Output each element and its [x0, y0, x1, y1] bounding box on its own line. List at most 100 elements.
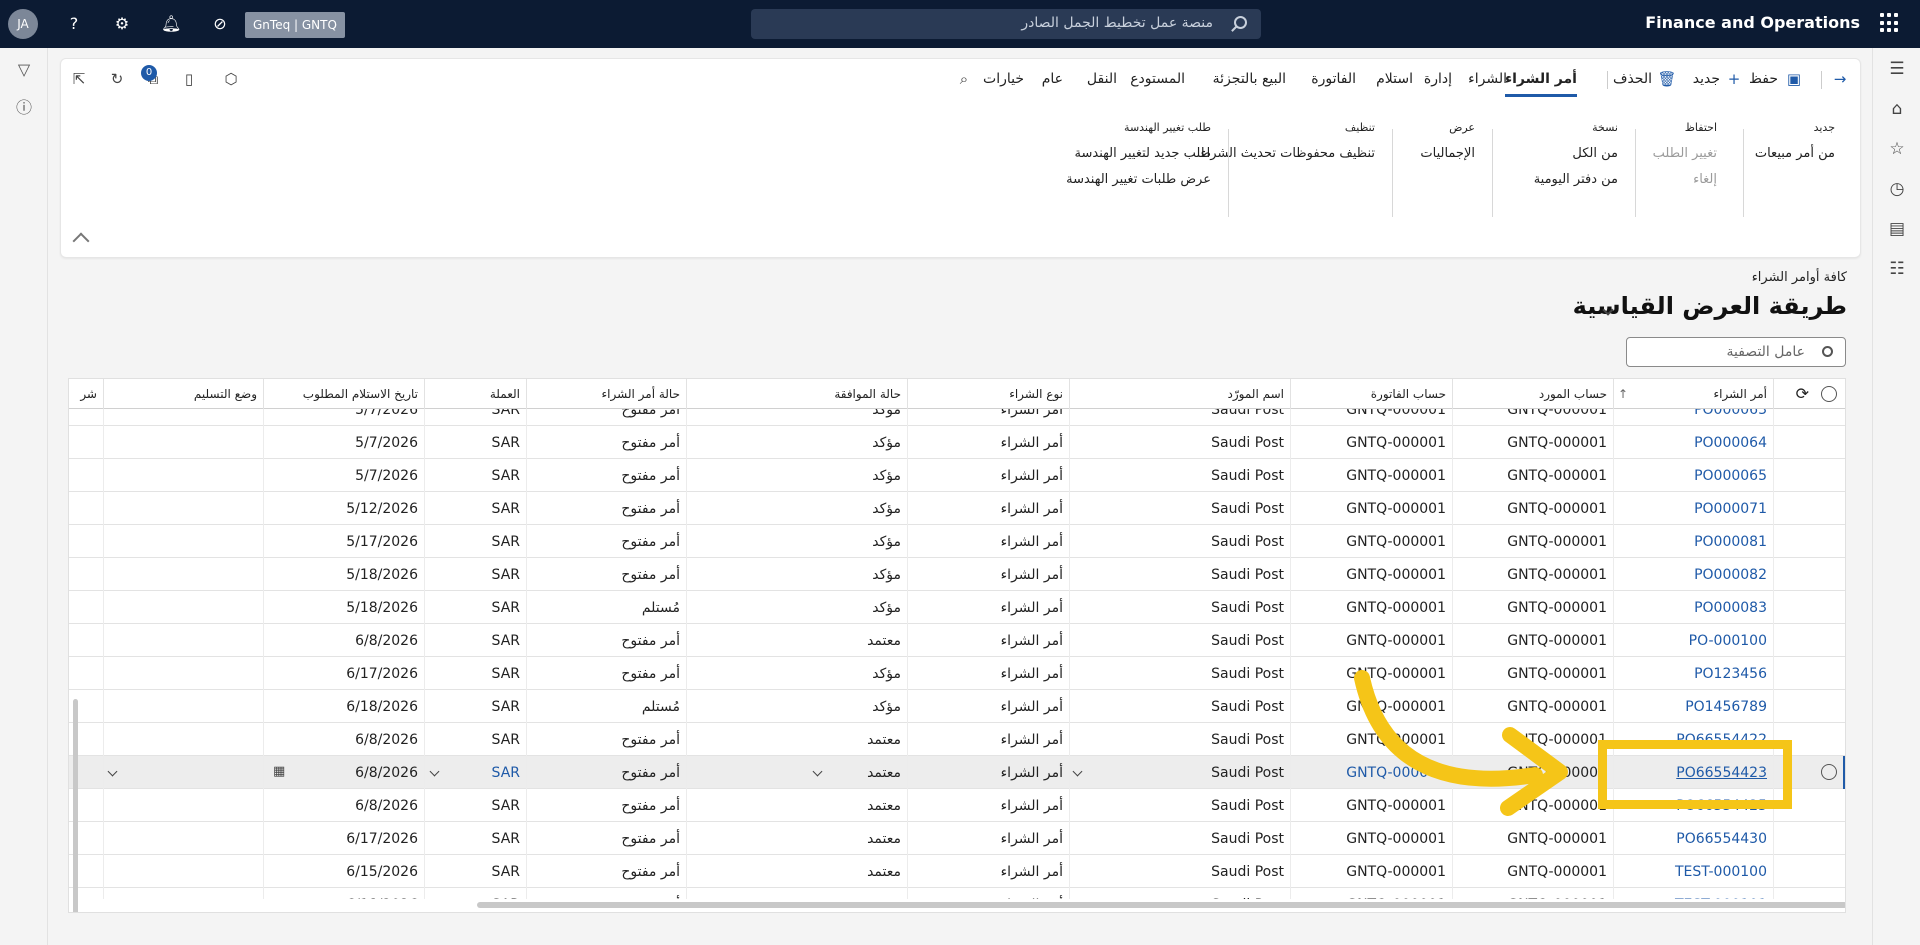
notifications-icon[interactable]: 🔔︎ [161, 14, 181, 34]
from-sales-order-button[interactable]: من أمر مبيعات [1755, 146, 1835, 161]
table-row[interactable]: PO66554425 GNTQ-000001 GNTQ-000001 Saudi Po… [69, 789, 1845, 822]
refresh-icon[interactable]: ⟳ [1775, 379, 1815, 409]
column-header-invoice-account[interactable]: حساب الفاتورة [1291, 379, 1453, 409]
select-all-checkbox[interactable] [1821, 386, 1837, 402]
back-arrow-icon[interactable]: → [1830, 69, 1850, 89]
tab-warehouse[interactable]: المستودع [1130, 71, 1185, 87]
cell-po[interactable]: PO000065 [1614, 459, 1774, 492]
tab-general[interactable]: عام [1042, 71, 1063, 87]
tab-receive[interactable]: استلام [1376, 71, 1413, 87]
app-title[interactable]: Finance and Operations [1645, 13, 1860, 32]
save-button[interactable]: حفظ [1749, 71, 1778, 87]
table-row[interactable]: TEST-000100 GNTQ-000001 GNTQ-000001 Saudi P… [69, 855, 1845, 888]
column-header-more[interactable]: شر [69, 379, 104, 409]
cleanup-history-button[interactable]: تنظيف محفوظات تحديث الشراء [1201, 146, 1375, 161]
favorites-icon[interactable]: ☆ [1886, 138, 1908, 160]
copy-from-journal-button[interactable]: من دفتر اليومية [1534, 172, 1618, 187]
cancel-button[interactable]: إلغاء [1653, 172, 1717, 187]
table-row[interactable]: PO-000100 GNTQ-000001 GNTQ-000001 Saudi Pos… [69, 624, 1845, 657]
totals-button[interactable]: الإجماليات [1420, 146, 1475, 161]
collapse-ribbon-chevron-icon[interactable] [72, 232, 90, 250]
column-header-currency[interactable]: العملة [425, 379, 527, 409]
home-icon[interactable]: ⌂ [1886, 98, 1908, 120]
cell-purchase-type: أمر الشراء [908, 624, 1070, 657]
search-icon[interactable]: ⌕ [954, 69, 974, 89]
tab-manage[interactable]: إدارة [1424, 71, 1452, 87]
cell-po[interactable]: PO123456 [1614, 657, 1774, 690]
table-row[interactable]: PO66554423 GNTQ-000001 GNTQ-000001 Saudi Po… [69, 756, 1845, 789]
column-header-po-status[interactable]: حالة أمر الشراء [527, 379, 687, 409]
table-row[interactable]: PO000081 GNTQ-000001 GNTQ-000001 Saudi Post… [69, 525, 1845, 558]
cell-po[interactable]: PO000083 [1614, 591, 1774, 624]
tab-retail[interactable]: البيع بالتجزئة [1213, 71, 1286, 87]
delete-button[interactable]: الحذف [1613, 71, 1652, 87]
personalize-icon[interactable]: ⬡ [221, 69, 241, 89]
column-header-vendor-name[interactable]: اسم المورّد [1070, 379, 1291, 409]
new-engineering-change-button[interactable]: طلب جديد لتغيير الهندسة [1066, 146, 1211, 161]
hamburger-icon[interactable]: ☰ [1886, 58, 1908, 80]
new-button[interactable]: جديد [1693, 71, 1720, 87]
calendar-icon[interactable]: ▦ [273, 764, 285, 779]
refresh-icon[interactable]: ↻ [107, 69, 127, 89]
tab-purchase-order[interactable]: أمر الشراء [1504, 71, 1578, 97]
column-header-po[interactable]: أمر الشراء [1614, 379, 1774, 409]
cell-po[interactable]: TEST-000100 [1614, 855, 1774, 888]
column-header-approval-status[interactable]: حالة الموافقة [687, 379, 908, 409]
filter-icon[interactable]: ▽ [14, 60, 34, 80]
add-icon[interactable]: + [1724, 69, 1744, 89]
cell-po[interactable]: PO000081 [1614, 525, 1774, 558]
open-new-window-icon[interactable]: ⇱ [69, 69, 89, 89]
table-row[interactable]: PO66554422 GNTQ-000001 GNTQ-000001 Saudi Po… [69, 723, 1845, 756]
copy-from-all-button[interactable]: من الكل [1534, 146, 1618, 161]
cell-po[interactable]: PO-000100 [1614, 624, 1774, 657]
save-icon[interactable]: ▣ [1784, 69, 1804, 89]
page-title[interactable]: طريقة العرض القياسية [1573, 292, 1847, 320]
global-search-input[interactable]: منصة عمل تخطيط الجمل الصادر [751, 9, 1261, 39]
delete-icon[interactable]: 🗑︎ [1657, 69, 1677, 89]
view-engineering-changes-button[interactable]: عرض طلبات تغيير الهندسة [1066, 172, 1211, 187]
cell-po[interactable]: PO000063 [1614, 409, 1774, 426]
table-row[interactable]: PO000082 GNTQ-000001 GNTQ-000001 Saudi Post… [69, 558, 1845, 591]
settings-icon[interactable]: ⚙ [112, 14, 132, 34]
app-launcher-icon[interactable] [1880, 13, 1900, 33]
cell-po[interactable]: PO000064 [1614, 426, 1774, 459]
column-header-requested-receipt-date[interactable]: تاريخ الاستلام المطلوب [264, 379, 425, 409]
help-icon[interactable]: ? [64, 14, 84, 34]
workspaces-icon[interactable]: ▤ [1886, 218, 1908, 240]
table-row[interactable]: PO1456789 GNTQ-000001 GNTQ-000001 Saudi Pos… [69, 690, 1845, 723]
recent-icon[interactable]: ◷ [1886, 178, 1908, 200]
modules-icon[interactable]: ☷ [1886, 258, 1908, 280]
company-picker[interactable]: GnTeq | GNTQ [245, 12, 345, 38]
change-request-button[interactable]: تغيير الطلب [1653, 146, 1717, 161]
office-icon[interactable]: ▯ [179, 69, 199, 89]
tab-transportation[interactable]: النقل [1087, 71, 1117, 87]
sort-ascending-icon[interactable]: ↑ [1614, 379, 1634, 409]
cell-invoice-account: GNTQ-000001 [1291, 558, 1453, 591]
filter-input[interactable]: عامل التصفية [1626, 337, 1846, 367]
table-row[interactable]: PO000071 GNTQ-000001 GNTQ-000001 Saudi Post… [69, 492, 1845, 525]
table-row[interactable]: PO000063 GNTQ-000001 GNTQ-000001 Saudi Post… [69, 409, 1845, 426]
table-row[interactable]: PO66554430 GNTQ-000001 GNTQ-000001 Saudi Po… [69, 822, 1845, 855]
table-row[interactable]: PO000065 GNTQ-000001 GNTQ-000001 Saudi Post… [69, 459, 1845, 492]
column-header-purchase-type[interactable]: نوع الشراء [908, 379, 1070, 409]
cell-po[interactable]: PO000071 [1614, 492, 1774, 525]
row-select-radio[interactable] [1821, 764, 1837, 780]
cell-po[interactable]: PO000082 [1614, 558, 1774, 591]
info-icon[interactable]: ⓘ [14, 98, 34, 118]
vertical-scrollbar[interactable] [73, 699, 78, 912]
cell-po[interactable]: PO66554430 [1614, 822, 1774, 855]
table-row[interactable]: TEST-000101GNTQ-000001GNTQ-000001Saudi P… [69, 888, 1845, 899]
tab-invoice[interactable]: الفاتورة [1311, 71, 1356, 87]
column-header-vendor-account[interactable]: حساب المورد [1453, 379, 1614, 409]
table-row[interactable]: PO000083 GNTQ-000001 GNTQ-000001 Saudi Post… [69, 591, 1845, 624]
horizontal-scrollbar[interactable] [477, 902, 1845, 908]
column-header-delivery-mode[interactable]: وضع التسليم [104, 379, 264, 409]
cell-po[interactable]: TEST-000101 [1614, 888, 1774, 899]
table-row[interactable]: PO123456 GNTQ-000001 GNTQ-000001 Saudi Post… [69, 657, 1845, 690]
tab-options[interactable]: خيارات [983, 71, 1024, 87]
copilot-icon[interactable]: ⊘ [210, 14, 230, 34]
table-row[interactable]: PO000064 GNTQ-000001 GNTQ-000001 Saudi Post… [69, 426, 1845, 459]
tab-purchase[interactable]: الشراء [1468, 71, 1507, 87]
avatar[interactable]: JA [8, 9, 38, 39]
cell-po[interactable]: PO1456789 [1614, 690, 1774, 723]
